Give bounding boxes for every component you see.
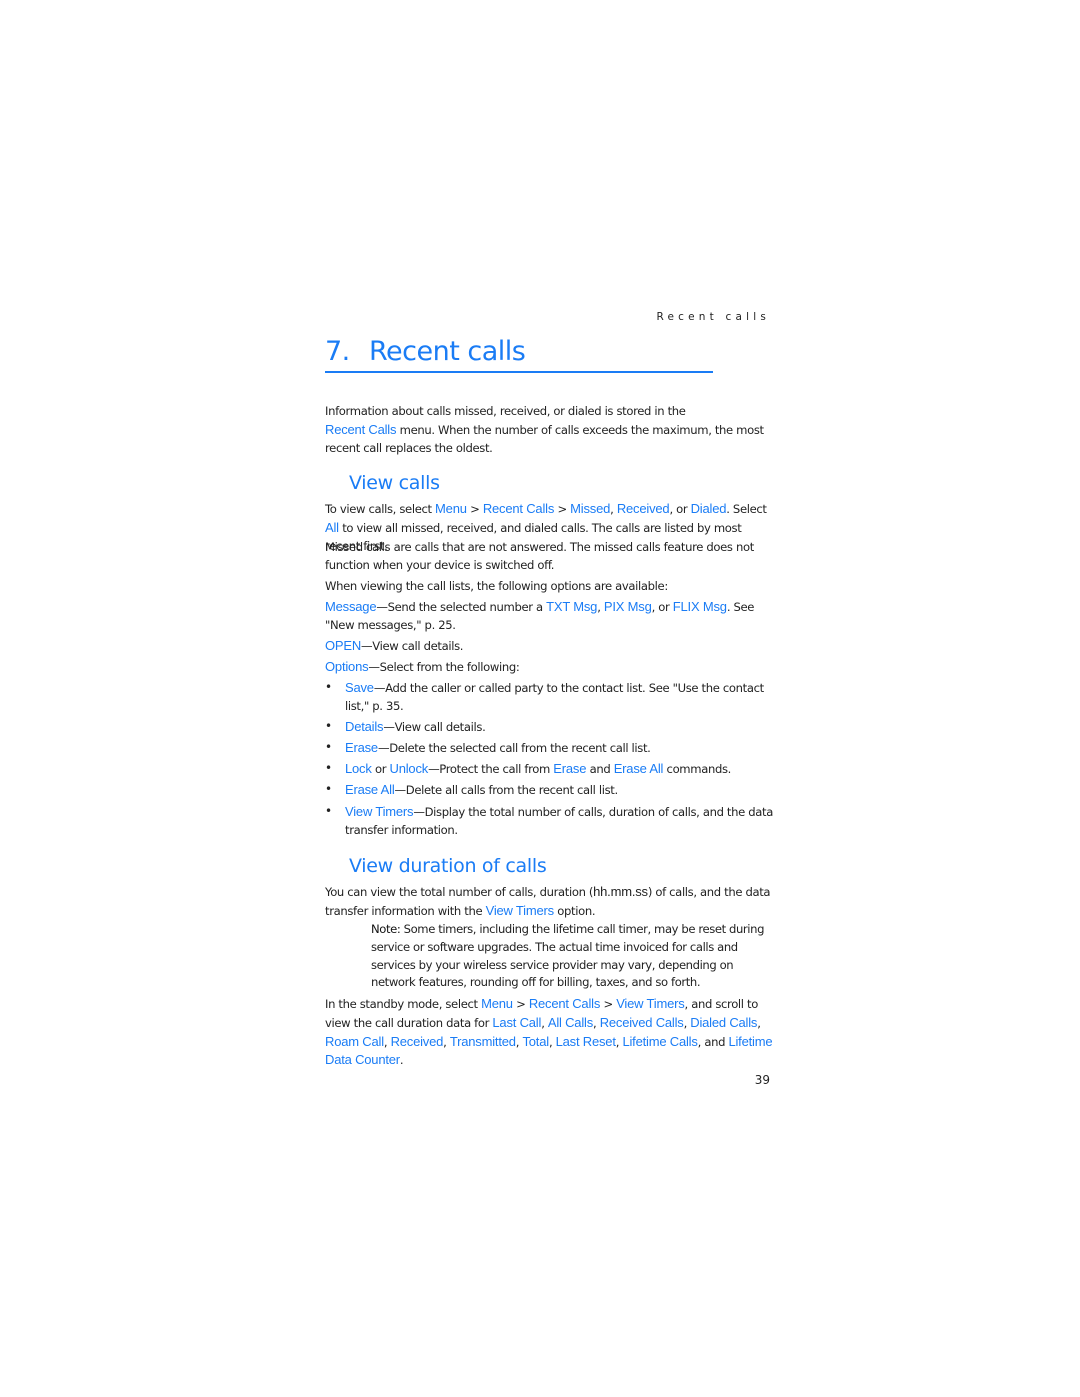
standby-paragraph: In the standby mode, select Menu > Recen… [325,996,773,1068]
txt-msg-term: TXT Msg [546,599,598,614]
received-term: Received [390,1033,444,1049]
menu-term: Menu [481,996,513,1011]
transmitted-term: Transmitted [449,1033,516,1049]
erase-all-term: Erase All [345,782,395,797]
dialed-term: Dialed [690,501,727,516]
message-option: Message—Send the selected number a TXT M… [325,599,755,632]
erase-all-term: Erase All [613,761,664,776]
details-term: Details [345,719,384,734]
options-term: Options [325,659,369,674]
options-intro-paragraph: When viewing the call lists, the followi… [325,579,668,593]
view-timers-term: View Timers [616,996,685,1011]
bullet-icon: • [325,680,332,694]
message-term: Message [325,599,377,614]
lock-term: Lock [345,761,372,776]
bullet-icon: • [325,719,332,733]
chapter-title-text: Recent calls [369,336,526,367]
all-term: All [325,519,339,535]
last-call-term: Last Call [492,1014,542,1030]
list-item-details: • Details—View call details. [325,719,486,734]
chapter-number: 7. [325,336,350,367]
view-timers-term: View Timers [345,804,414,819]
bullet-icon: • [325,804,332,818]
list-item-erase: • Erase—Delete the selected call from th… [325,740,651,755]
chapter-title: 7. Recent calls [325,336,713,368]
last-reset-term: Last Reset [555,1033,616,1049]
chapter-rule [325,371,713,373]
running-head: Recent calls [656,311,770,323]
received-calls-term: Received Calls [599,1014,684,1030]
flix-msg-term: FLIX Msg [672,599,727,614]
list-item-view-timers: • View Timers—Display the total number o… [325,804,773,837]
bullet-icon: • [325,761,332,775]
recent-calls-term: Recent Calls [482,501,555,516]
total-term: Total [522,1033,549,1049]
menu-term: Menu [435,501,467,516]
list-item-save: • Save—Add the caller or called party to… [325,680,764,713]
missed-term: Missed [570,501,611,516]
section-heading-view-calls: View calls [349,472,440,494]
note-block: Note: Some timers, including the lifetim… [371,922,765,990]
lifetime-calls-term: Lifetime Calls [622,1033,698,1049]
time-format-term: hh.mm.ss [593,884,648,899]
list-item-erase-all: • Erase All—Delete all calls from the re… [325,782,618,797]
section-heading-view-duration: View duration of calls [349,855,547,877]
all-calls-term: All Calls [547,1014,594,1030]
list-item-lock: • Lock or Unlock—Protect the call from E… [325,761,731,776]
intro-paragraph: Information about calls missed, received… [325,404,764,455]
missed-calls-paragraph: Missed calls are calls that are not answ… [325,540,754,572]
bullet-icon: • [325,782,332,796]
open-option: OPEN—View call details. [325,638,464,653]
page-number: 39 [754,1073,770,1087]
open-term: OPEN [325,638,362,653]
note-label: Note: [371,922,401,936]
options-option: Options—Select from the following: [325,659,520,674]
erase-term: Erase [345,740,378,755]
roam-call-term: Roam Call [325,1033,384,1049]
view-timers-term: View Timers [485,902,555,918]
bullet-icon: • [325,740,332,754]
save-term: Save [345,680,374,695]
pix-msg-term: PIX Msg [603,599,652,614]
dialed-calls-term: Dialed Calls [690,1014,758,1030]
view-duration-paragraph: You can view the total number of calls, … [325,884,771,918]
recent-calls-term: Recent Calls [528,996,601,1011]
erase-term: Erase [553,761,587,776]
recent-calls-menu-term: Recent Calls [325,421,397,437]
received-term: Received [616,501,670,516]
unlock-term: Unlock [389,761,429,776]
